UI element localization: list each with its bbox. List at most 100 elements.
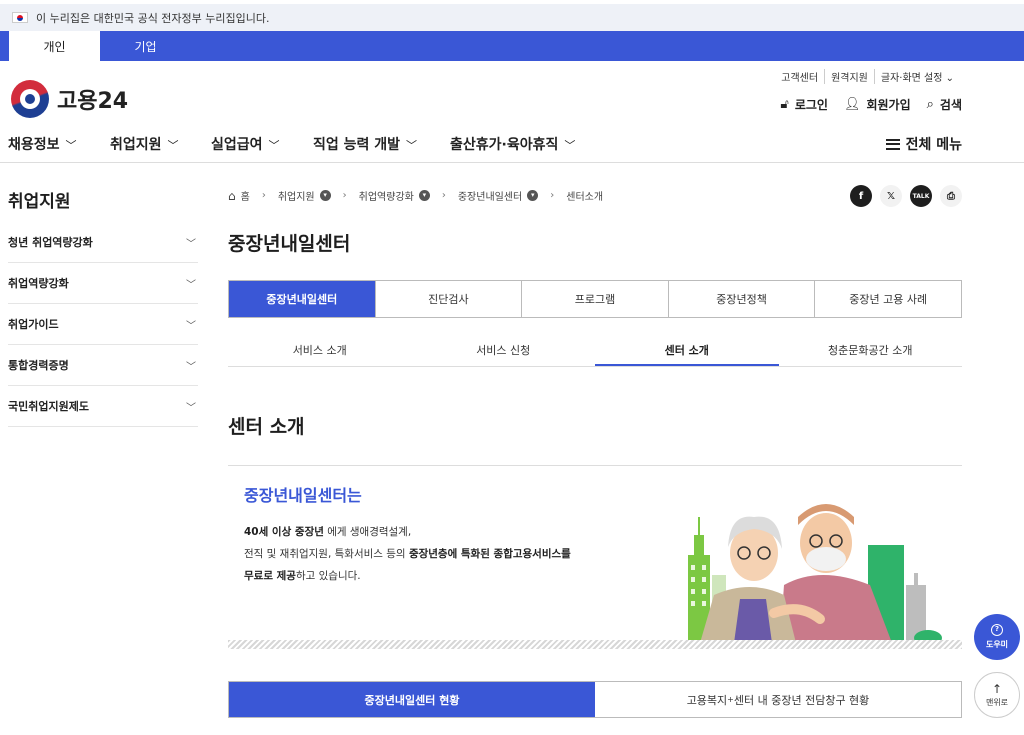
sidebar-item-label: 청년 취업역량강화	[8, 236, 93, 249]
hatch-divider	[228, 640, 962, 649]
hamburger-icon	[885, 138, 900, 150]
divider	[228, 465, 962, 466]
sidebar-item-youth[interactable]: 청년 취업역량강화 ﹀	[8, 222, 198, 263]
intro-bold: 무료로 제공	[244, 570, 296, 582]
sidebar-item-label: 취업역량강화	[8, 277, 69, 290]
tab-program[interactable]: 프로그램	[521, 281, 668, 317]
tab-cases[interactable]: 중장년 고용 사례	[814, 281, 961, 317]
share-buttons: f 𝕏 TALK ⎙	[850, 185, 962, 207]
intro-body: 40세 이상 중장년 에게 생애경력설계, 전직 및 재취업지원, 특화서비스 …	[244, 521, 571, 587]
user-plus-icon: 👤︎	[843, 97, 861, 112]
signup-button[interactable]: 👤︎ 회원가입	[844, 96, 911, 113]
gnb-label: 직업 능력 개발	[313, 137, 401, 153]
chevron-down-icon: ﹀	[186, 279, 196, 291]
breadcrumb-item[interactable]: 취업지원	[278, 188, 315, 203]
kakaotalk-icon[interactable]: TALK	[910, 185, 932, 207]
subtab-service-intro[interactable]: 서비스 소개	[228, 330, 412, 366]
helper-label: 도우미	[985, 640, 1009, 649]
subtab-youth-culture[interactable]: 청춘문화공간 소개	[779, 330, 963, 366]
logo-text: 고용24	[57, 89, 129, 114]
lock-icon: 🔓︎	[780, 97, 789, 112]
dropdown-icon[interactable]: ▾	[527, 190, 539, 201]
subtab-center-intro[interactable]: 센터 소개	[595, 330, 779, 366]
sidebar-item-guide[interactable]: 취업가이드 ﹀	[8, 304, 198, 345]
breadcrumb-item[interactable]: 취업역량강화	[359, 188, 414, 203]
gnb-item-jobs[interactable]: 채용정보 ﹀	[8, 134, 77, 154]
scroll-top-button[interactable]: ↑ 맨위로	[974, 672, 1020, 718]
gov-banner-text: 이 누리집은 대한민국 공식 전자정부 누리집입니다.	[36, 11, 270, 25]
sub-tabs: 서비스 소개 서비스 신청 센터 소개 청춘문화공간 소개	[228, 330, 962, 367]
tab-label: 고용복지	[686, 693, 728, 707]
taeguk-logo-icon	[11, 80, 49, 118]
sidebar-item-label: 취업가이드	[8, 318, 59, 331]
search-icon: ⌕	[926, 97, 934, 112]
breadcrumb-home[interactable]: 홈	[241, 188, 250, 203]
helper-button[interactable]: ? 도우미	[974, 614, 1020, 660]
all-menu-button[interactable]: 전체 메뉴	[885, 134, 962, 154]
gnb-item-parental-leave[interactable]: 출산휴가·육아휴직 ﹀	[450, 134, 575, 154]
sidebar-menu: 청년 취업역량강화 ﹀ 취업역량강화 ﹀ 취업가이드 ﹀ 통합경력증명 ﹀ 국민취업지원…	[8, 222, 198, 427]
login-label: 로그인	[794, 98, 828, 112]
tab-label-sup: +	[727, 695, 734, 704]
tab-diagnosis[interactable]: 진단검사	[374, 281, 522, 317]
arrow-up-icon: ↑	[991, 681, 1003, 696]
gnb-item-unemployment[interactable]: 실업급여 ﹀	[211, 134, 280, 154]
dropdown-icon[interactable]: ▾	[319, 190, 331, 201]
chevron-right-icon: ›	[261, 190, 266, 201]
chevron-down-icon: ﹀	[186, 402, 196, 414]
intro-text: 전직 및 재취업지원, 특화서비스 등의	[244, 548, 409, 560]
tab-label: 센터 내 중장년 전담창구 현황	[733, 693, 870, 707]
gnb-label: 실업급여	[211, 137, 263, 153]
sidebar-item-career-cert[interactable]: 통합경력증명 ﹀	[8, 345, 198, 386]
breadcrumb-item[interactable]: 중장년내일센터	[458, 188, 522, 203]
search-label: 검색	[939, 98, 962, 112]
intro-text: 하고 있습니다.	[295, 570, 361, 582]
intro-bold: 중장년층에 특화된 종합고용서비스를	[408, 548, 571, 560]
site-logo[interactable]: 고용24	[11, 80, 128, 118]
scroll-top-label: 맨위로	[985, 697, 1009, 707]
print-icon[interactable]: ⎙	[940, 185, 962, 207]
gov-banner: 이 누리집은 대한민국 공식 전자정부 누리집입니다.	[0, 0, 1024, 31]
remote-support-link[interactable]: 원격지원	[824, 69, 874, 84]
gnb-item-employment-support[interactable]: 취업지원 ﹀	[110, 134, 179, 154]
gnb-label: 채용정보	[8, 137, 60, 153]
home-icon: ⌂	[228, 188, 236, 203]
senior-couple-illustration	[688, 504, 942, 643]
breadcrumb: ⌂ 홈 › 취업지원 ▾ › 취업역량강화 ▾ › 중장년내일센터 ▾ › 센터소개	[228, 188, 604, 204]
korea-flag-icon	[12, 12, 28, 23]
gnb-item-vocational[interactable]: 직업 능력 개발 ﹀	[313, 134, 417, 154]
intro-text: 에게 생애경력설계,	[323, 526, 412, 538]
tab-center-status[interactable]: 중장년내일센터 현황	[229, 682, 595, 717]
sidebar-title: 취업지원	[8, 192, 71, 212]
search-button[interactable]: ⌕ 검색	[927, 96, 962, 113]
signup-label: 회원가입	[866, 98, 911, 112]
section-title: 센터 소개	[228, 416, 305, 438]
tab-personal[interactable]: 개인	[9, 31, 100, 61]
tab-center[interactable]: 중장년내일센터	[229, 281, 375, 317]
chevron-down-icon: ﹀	[186, 361, 196, 373]
chevron-down-icon: ﹀	[167, 139, 179, 152]
dropdown-icon[interactable]: ▾	[418, 190, 430, 201]
tab-welfare-desk-status[interactable]: 고용복지 + 센터 내 중장년 전담창구 현황	[595, 682, 961, 717]
main-navigation: 채용정보 ﹀ 취업지원 ﹀ 실업급여 ﹀ 직업 능력 개발 ﹀ 출산휴가·육아휴직 ﹀ 전…	[0, 124, 1024, 163]
audience-bar: 개인 기업	[0, 31, 1024, 61]
sidebar-item-label: 국민취업지원제도	[8, 400, 89, 413]
facebook-icon[interactable]: f	[850, 185, 872, 207]
utility-links: 고객센터 원격지원 글자·화면 설정 ⌄	[775, 69, 960, 84]
sidebar-item-capacity[interactable]: 취업역량강화 ﹀	[8, 263, 198, 304]
tab-business[interactable]: 기업	[100, 31, 191, 61]
chevron-right-icon: ›	[342, 190, 347, 201]
breadcrumb-current: 센터소개	[566, 192, 604, 203]
subtab-service-apply[interactable]: 서비스 신청	[412, 330, 596, 366]
tab-policy[interactable]: 중장년정책	[667, 281, 815, 317]
gnb-label: 취업지원	[110, 137, 162, 153]
display-settings-link[interactable]: 글자·화면 설정 ⌄	[873, 69, 960, 84]
x-icon[interactable]: 𝕏	[880, 185, 902, 207]
question-icon: ?	[991, 624, 1003, 636]
login-button[interactable]: 🔓︎ 로그인	[780, 96, 828, 113]
customer-center-link[interactable]: 고객센터	[775, 69, 824, 84]
chevron-right-icon: ›	[550, 190, 555, 201]
chevron-down-icon: ﹀	[564, 139, 576, 152]
intro-heading: 중장년내일센터는	[244, 486, 362, 505]
sidebar-item-national-program[interactable]: 국민취업지원제도 ﹀	[8, 386, 198, 427]
